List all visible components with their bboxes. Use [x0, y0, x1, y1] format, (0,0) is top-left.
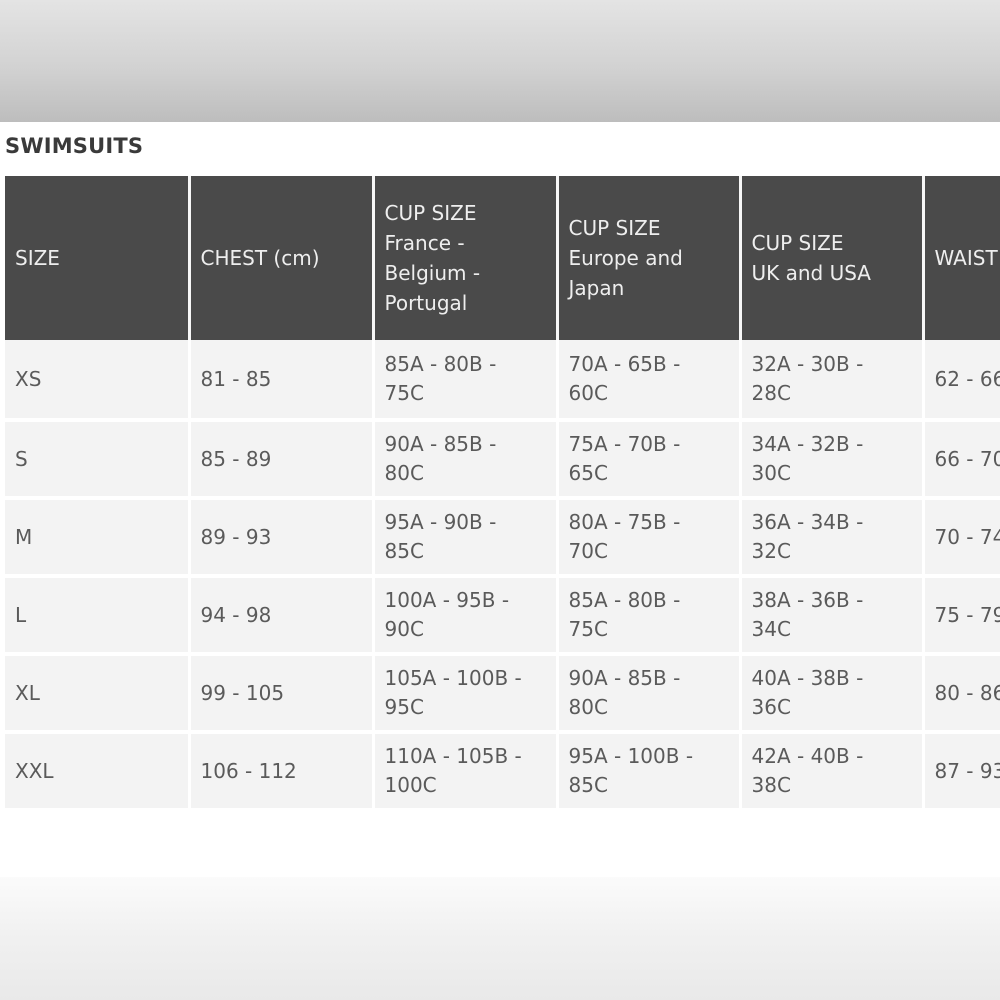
cell-cup-europe: 75A - 70B -65C [555, 418, 740, 498]
cell-cup-france: 85A - 80B -75C [371, 340, 557, 420]
cell-size: XL [5, 652, 189, 732]
cell-chest: 85 - 89 [187, 418, 373, 498]
table-row: XXL 106 - 112 110A - 105B -100C 95A - 100B … [5, 730, 1000, 808]
cell-cup-france: 95A - 90B -85C [371, 496, 557, 576]
cell-waist: 66 - 70 [921, 418, 1000, 498]
table-row: S 85 - 89 90A - 85B -80C 75A - 70B -65C 34A … [5, 418, 1000, 498]
cell-cup-uk: 40A - 38B -36C [738, 652, 923, 732]
cell-cup-europe: 80A - 75B -70C [555, 496, 740, 576]
cell-cup-europe: 95A - 100B -85C [555, 730, 740, 808]
table-row: L 94 - 98 100A - 95B -90C 85A - 80B -75C 38A… [5, 574, 1000, 654]
size-chart-container: SIZE CHEST (cm) CUP SIZE France - Belgium -P… [5, 176, 1000, 809]
cell-chest: 99 - 105 [187, 652, 373, 732]
cell-cup-uk: 38A - 36B -34C [738, 574, 923, 654]
cell-waist: 70 - 74 [921, 496, 1000, 576]
header-waist: WAIST [921, 176, 1000, 340]
cell-cup-uk: 42A - 40B -38C [738, 730, 923, 808]
section-title: SWIMSUITS [5, 134, 144, 158]
header-cup-uk: CUP SIZE UK and USA [738, 176, 923, 340]
cell-size: S [5, 418, 189, 498]
cell-size: L [5, 574, 189, 654]
cell-waist: 87 - 93 [921, 730, 1000, 808]
header-size: SIZE [5, 176, 189, 340]
cell-chest: 106 - 112 [187, 730, 373, 808]
cell-cup-uk: 36A - 34B -32C [738, 496, 923, 576]
table-row: XS 81 - 85 85A - 80B -75C 70A - 65B -60C 32A… [5, 340, 1000, 420]
cell-chest: 94 - 98 [187, 574, 373, 654]
header-chest: CHEST (cm) [187, 176, 373, 340]
cell-cup-europe: 90A - 85B -80C [555, 652, 740, 732]
header-cup-europe: CUP SIZE Europe and Japan [555, 176, 740, 340]
bottom-blurred-band [0, 877, 1000, 1000]
cell-size: M [5, 496, 189, 576]
header-row: SIZE CHEST (cm) CUP SIZE France - Belgium -P… [5, 176, 1000, 340]
cell-cup-france: 100A - 95B -90C [371, 574, 557, 654]
cell-waist: 75 - 79 [921, 574, 1000, 654]
cell-waist: 80 - 86 [921, 652, 1000, 732]
top-blurred-band [0, 0, 1000, 122]
table-row: M 89 - 93 95A - 90B -85C 80A - 75B -70C 36A … [5, 496, 1000, 576]
cell-cup-france: 90A - 85B -80C [371, 418, 557, 498]
cell-cup-uk: 32A - 30B -28C [738, 340, 923, 420]
header-cup-france: CUP SIZE France - Belgium - Portugal [371, 176, 557, 340]
cell-size: XXL [5, 730, 189, 808]
cell-chest: 81 - 85 [187, 340, 373, 420]
cell-chest: 89 - 93 [187, 496, 373, 576]
table-row: XL 99 - 105 105A - 100B -95C 90A - 85B -80C… [5, 652, 1000, 732]
cell-waist: 62 - 66 [921, 340, 1000, 420]
cell-cup-france: 105A - 100B -95C [371, 652, 557, 732]
cell-cup-europe: 70A - 65B -60C [555, 340, 740, 420]
size-chart-table: SIZE CHEST (cm) CUP SIZE France - Belgium -P… [5, 176, 1000, 808]
table-body: XS 81 - 85 85A - 80B -75C 70A - 65B -60C 32A… [5, 340, 1000, 808]
cell-cup-europe: 85A - 80B -75C [555, 574, 740, 654]
cell-cup-uk: 34A - 32B -30C [738, 418, 923, 498]
cell-cup-france: 110A - 105B -100C [371, 730, 557, 808]
cell-size: XS [5, 340, 189, 420]
